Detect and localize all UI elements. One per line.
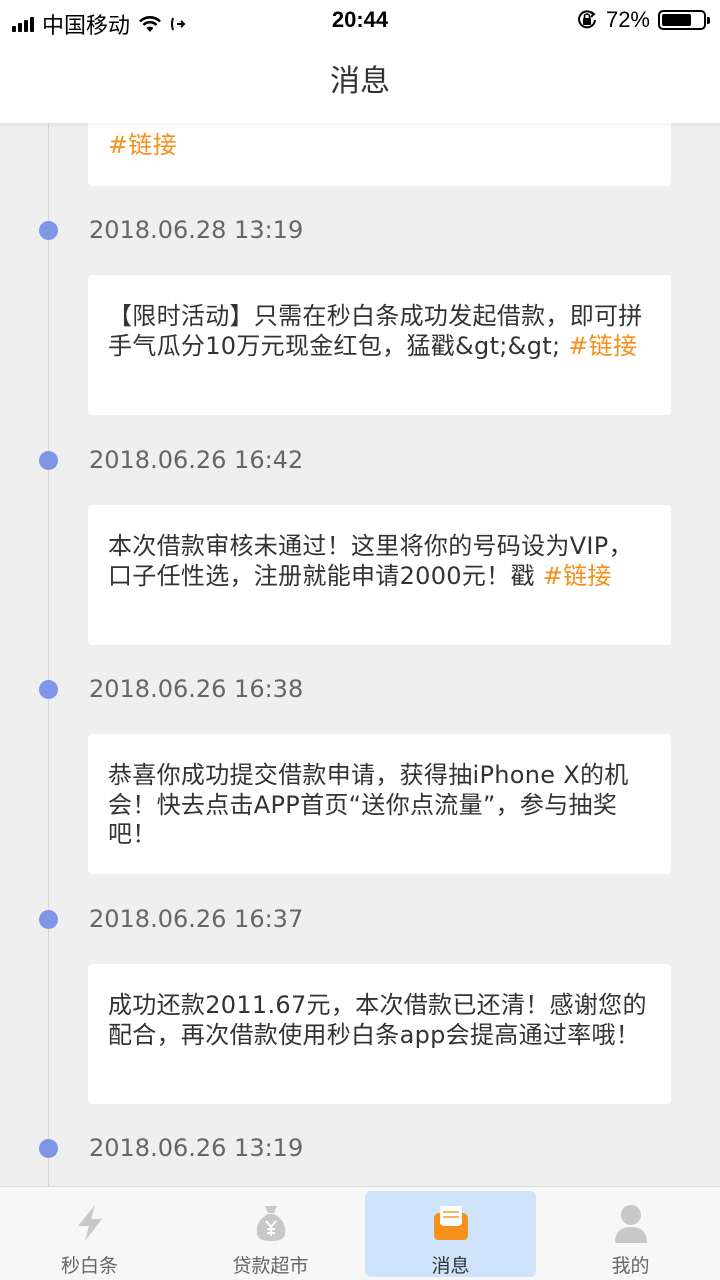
money-bag-icon	[256, 1206, 285, 1241]
tab-mine[interactable]: 我的	[545, 1191, 716, 1277]
timeline-line	[48, 123, 49, 1186]
tab-loan-market[interactable]: 贷款超市	[185, 1191, 356, 1277]
tab-label: 消息	[431, 1255, 470, 1277]
timeline-dot	[39, 910, 58, 929]
message-text: 【限时活动】只需在秒白条成功发起借款，即可拼手气瓜分10万元现金红包，猛戳&gt…	[108, 302, 643, 360]
message-card: 恭喜你成功提交借款申请，获得抽iPhone X的机会！快去点击APP首页“送你点…	[88, 734, 671, 874]
message-date: 2018.06.26 16:38	[89, 675, 304, 703]
user-icon	[614, 1205, 647, 1243]
rotation-lock-icon	[578, 10, 596, 29]
message-text: 恭喜你成功提交借款申请，获得抽iPhone X的机会！快去点击APP首页“送你点…	[108, 761, 629, 848]
battery-fill	[662, 14, 691, 26]
message-timeline[interactable]: #链接 2018.06.28 13:19 【限时活动】只需在秒白条成功发起借款，…	[0, 123, 720, 1186]
status-right: 72%	[576, 7, 710, 33]
timeline-dot	[39, 680, 58, 699]
battery-percent: 72%	[605, 7, 650, 32]
tab-miaobaitiao[interactable]: 秒白条	[4, 1191, 175, 1277]
message-link[interactable]: #链接	[568, 332, 637, 360]
tab-label: 贷款超市	[232, 1255, 309, 1277]
message-link[interactable]: #链接	[108, 131, 177, 159]
timeline-dot	[39, 1139, 58, 1158]
message-card: 本次借款审核未通过！这里将你的号码设为VIP，口子任性选，注册就能申请2000元…	[88, 505, 671, 645]
page-title: 消息	[0, 40, 720, 123]
timeline-dot	[39, 221, 58, 240]
message-card: 【限时活动】只需在秒白条成功发起借款，即可拼手气瓜分10万元现金红包，猛戳&gt…	[88, 275, 671, 415]
message-link[interactable]: #链接	[543, 562, 612, 590]
tab-messages[interactable]: 消息	[365, 1191, 536, 1277]
timeline-dot	[39, 451, 58, 470]
battery-icon	[658, 10, 710, 30]
mail-icon	[433, 1206, 468, 1240]
tab-bar: 秒白条 贷款超市 消息 我的	[0, 1186, 720, 1280]
lightning-icon	[77, 1205, 102, 1241]
tab-label: 秒白条	[60, 1255, 118, 1277]
tab-label: 我的	[611, 1255, 650, 1277]
message-date: 2018.06.28 13:19	[89, 216, 304, 244]
status-bar: 中国移动 20:44 72%	[0, 0, 720, 40]
message-card: 成功还款2011.67元，本次借款已还清！感谢您的配合，再次借款使用秒白条app…	[88, 964, 671, 1104]
message-date: 2018.06.26 16:42	[89, 446, 304, 474]
message-date: 2018.06.26 13:19	[89, 1134, 304, 1162]
message-card: #链接	[88, 123, 671, 186]
message-date: 2018.06.26 16:37	[89, 905, 304, 933]
message-text: 成功还款2011.67元，本次借款已还清！感谢您的配合，再次借款使用秒白条app…	[108, 991, 647, 1049]
